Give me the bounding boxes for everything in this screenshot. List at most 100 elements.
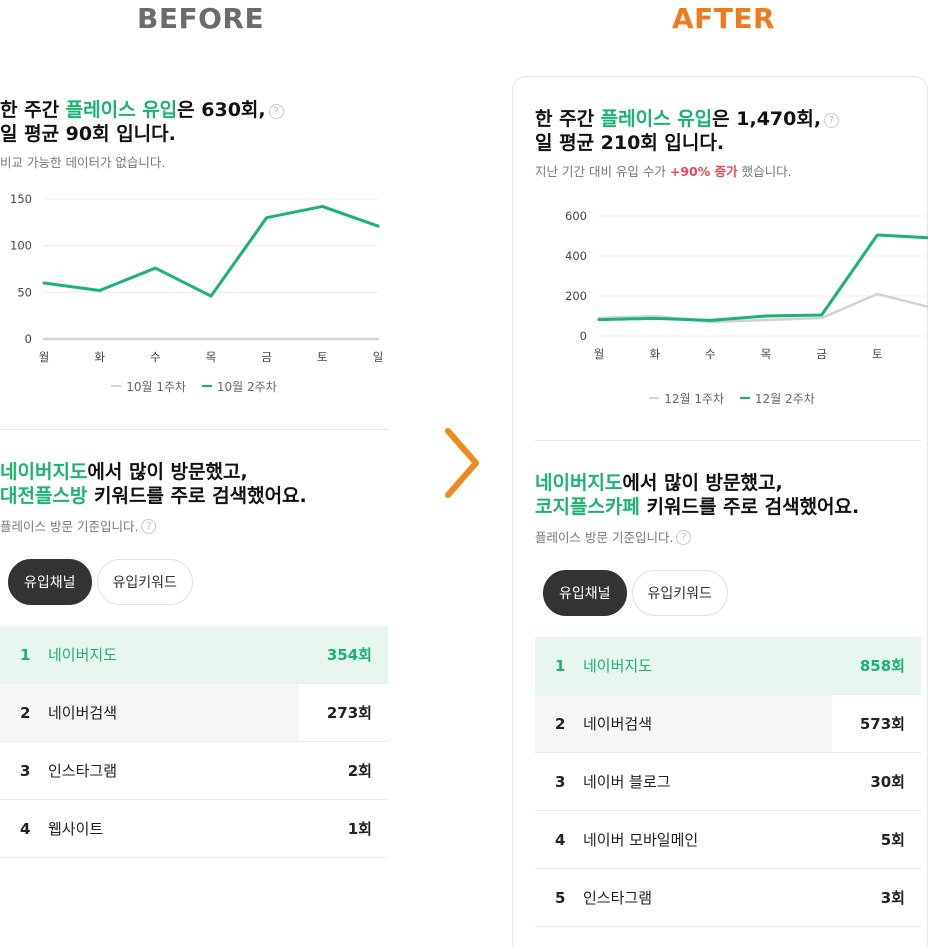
after-heading: AFTER <box>672 2 776 35</box>
keyword-title-text: 에서 많이 방문했고, <box>622 472 783 494</box>
channel-name: 네이버검색 <box>48 704 118 722</box>
keyword-summary-title: 네이버지도에서 많이 방문했고, 대전플스방 키워드를 주로 검색했어요. <box>0 460 388 508</box>
title-average: 일 평균 90회 입니다. <box>0 123 176 145</box>
y-tick-label: 150 <box>10 192 32 206</box>
tab-inflow-keyword[interactable]: 유입키워드 <box>96 559 193 605</box>
divider <box>535 440 921 441</box>
rank: 3 <box>20 762 31 780</box>
compare-text: 지난 기간 대비 유입 수가 +90% 증가 했습니다. <box>535 164 792 179</box>
inflow-line-chart: 0 50 100 150 월 화 수 목 금 토 일 <box>0 179 388 379</box>
top-channel-highlight: 네이버지도 <box>535 472 623 494</box>
title-count: 은 630회, <box>177 99 266 121</box>
title-text: 한 주간 <box>0 99 66 121</box>
top-keyword-highlight: 코지플스카페 <box>535 496 640 518</box>
y-tick-label: 600 <box>565 209 587 223</box>
x-tick-label: 화 <box>94 350 105 364</box>
list-item[interactable]: 4 네이버 모바일메인 5회 <box>535 811 921 869</box>
list-item[interactable]: 5 인스타그램 3회 <box>535 869 921 927</box>
inflow-line-chart-svg: 0200400600월화수목금토일 <box>565 209 928 361</box>
help-icon[interactable]: ? <box>141 519 157 534</box>
rank: 4 <box>20 820 31 838</box>
channel-name: 네이버검색 <box>583 715 653 733</box>
inflow-tabs: 유입채널 유입키워드 <box>8 559 388 605</box>
x-tick-label: 토 <box>872 347 883 361</box>
y-tick-label: 0 <box>25 332 32 346</box>
title-highlight: 플레이스 유입 <box>600 108 713 130</box>
visit-note: 플레이스 방문 기준입니다.? <box>0 516 388 535</box>
title-count: 은 1,470회, <box>712 108 822 130</box>
visit-count: 1회 <box>347 820 372 838</box>
list-item[interactable]: 2 네이버검색 273회 <box>0 684 388 742</box>
rank: 1 <box>555 657 566 675</box>
channel-list: 1 네이버지도 354회 2 네이버검색 273회 3 인스타그램 2회 4 웹… <box>0 626 388 858</box>
channel-name: 네이버 블로그 <box>583 773 671 791</box>
inflow-tabs: 유입채널 유입키워드 <box>543 570 928 616</box>
title-text: 한 주간 <box>535 108 601 130</box>
y-tick-label: 400 <box>565 249 587 263</box>
x-tick-label: 수 <box>150 350 161 364</box>
list-item[interactable]: 2 네이버검색 573회 <box>535 695 921 753</box>
series-line <box>42 204 380 298</box>
y-tick-label: 50 <box>17 285 32 299</box>
chart-legend: 12월 1주차 12월 2주차 <box>535 390 928 407</box>
list-item[interactable]: 1 네이버지도 858회 <box>535 637 921 695</box>
x-tick-label: 토 <box>317 350 328 364</box>
list-item[interactable]: 4 웹사이트 1회 <box>0 800 388 858</box>
inflow-summary-title: 한 주간 플레이스 유입은 1,470회,? 일 평균 210회 입니다. <box>535 107 928 155</box>
tab-inflow-channel[interactable]: 유입채널 <box>8 559 92 605</box>
x-tick-label: 월 <box>39 350 50 364</box>
keyword-summary-title: 네이버지도에서 많이 방문했고, 코지플스카페 키워드를 주로 검색했어요. <box>535 471 928 519</box>
channel-name: 인스타그램 <box>583 889 653 907</box>
rank: 2 <box>20 704 31 722</box>
channel-name: 네이버지도 <box>48 646 118 664</box>
before-panel: 한 주간 플레이스 유입은 630회,? 일 평균 90회 입니다. 비교 가능… <box>0 80 388 858</box>
rank: 3 <box>555 773 566 791</box>
before-heading: BEFORE <box>137 2 265 35</box>
tab-inflow-keyword[interactable]: 유입키워드 <box>631 570 728 616</box>
inflow-line-chart: 0200400600월화수목금토일 <box>535 190 928 388</box>
channel-list: 1 네이버지도 858회 2 네이버검색 573회 3 네이버 블로그 30회 … <box>535 637 921 927</box>
inflow-line-chart-svg: 0 50 100 150 월 화 수 목 금 토 일 <box>10 192 384 364</box>
help-icon[interactable]: ? <box>824 113 840 128</box>
visit-count: 354회 <box>326 646 372 664</box>
channel-name: 인스타그램 <box>48 762 118 780</box>
keyword-title-text-2: 키워드를 주로 검색했어요. <box>87 485 307 507</box>
visit-count: 3회 <box>880 889 905 907</box>
x-tick-label: 목 <box>206 350 217 364</box>
list-item[interactable]: 3 네이버 블로그 30회 <box>535 753 921 811</box>
rank: 5 <box>555 889 566 907</box>
list-item[interactable]: 1 네이버지도 354회 <box>0 626 388 684</box>
help-icon[interactable]: ? <box>676 530 692 545</box>
x-tick-label: 월 <box>594 347 605 361</box>
visit-count: 5회 <box>880 831 905 849</box>
keyword-title-text-2: 키워드를 주로 검색했어요. <box>639 496 860 518</box>
x-tick-label: 수 <box>705 347 716 361</box>
rank: 1 <box>20 646 31 664</box>
growth-rate: +90% 증가 <box>669 164 738 179</box>
legend-item-week2: 10월 2주차 <box>201 378 277 395</box>
x-tick-label: 목 <box>761 347 772 361</box>
compare-text: 비교 가능한 데이터가 없습니다. <box>0 155 166 170</box>
list-item[interactable]: 3 인스타그램 2회 <box>0 742 388 800</box>
top-channel-highlight: 네이버지도 <box>0 461 88 483</box>
help-icon[interactable]: ? <box>268 104 284 119</box>
chevron-right-icon <box>445 428 479 498</box>
visit-count: 30회 <box>870 773 905 791</box>
y-tick-label: 100 <box>10 239 32 253</box>
tab-inflow-channel[interactable]: 유입채널 <box>543 570 627 616</box>
legend-item-week1: 12월 1주차 <box>649 390 724 407</box>
keyword-title-text: 에서 많이 방문했고, <box>87 461 248 483</box>
legend-item-week1: 10월 1주차 <box>111 378 186 395</box>
visit-count: 573회 <box>859 715 905 733</box>
x-tick-label: 일 <box>373 350 384 364</box>
series-line <box>597 233 928 322</box>
x-tick-label: 화 <box>649 347 660 361</box>
channel-name: 네이버 모바일메인 <box>583 831 699 849</box>
divider <box>0 429 388 430</box>
x-tick-label: 금 <box>816 347 827 361</box>
channel-name: 네이버지도 <box>583 657 653 675</box>
channel-name: 웹사이트 <box>48 820 104 838</box>
visit-note: 플레이스 방문 기준입니다.? <box>535 527 928 546</box>
top-keyword-highlight: 대전플스방 <box>0 485 88 507</box>
legend-item-week2: 12월 2주차 <box>739 390 815 407</box>
